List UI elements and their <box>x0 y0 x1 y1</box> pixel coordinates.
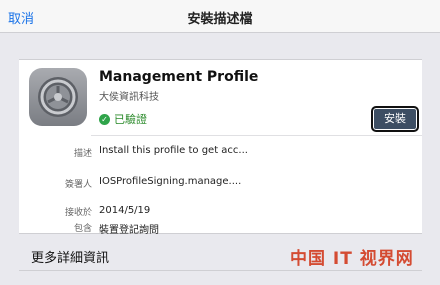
description-value: Install this profile to get acc... <box>99 145 248 156</box>
navigation-bar: 取消 安裝描述檔 <box>0 0 440 33</box>
signer-label: 簽署人 <box>64 180 92 190</box>
profile-panel: Management Profile 大侯資訊科技 ✓ 已驗證 安裝 描述 In… <box>19 59 422 236</box>
watermark: 中国 IT 视界网 <box>290 249 414 269</box>
divider <box>19 270 422 271</box>
install-button[interactable]: 安裝 <box>371 106 419 132</box>
more-details-link[interactable]: 更多詳細資訊 <box>31 247 109 266</box>
settings-gear-icon <box>29 68 87 126</box>
page-title: 安裝描述檔 <box>187 12 253 27</box>
verified-status: ✓ 已驗證 <box>99 111 147 127</box>
profile-name: Management Profile <box>99 69 259 85</box>
received-value: 2014/5/19 <box>99 205 151 216</box>
profile-organization: 大侯資訊科技 <box>99 92 159 103</box>
checkmark-icon: ✓ <box>99 113 110 125</box>
received-label: 接收於 <box>64 208 92 218</box>
description-label: 描述 <box>73 149 92 159</box>
divider <box>91 135 422 136</box>
contains-value: 裝置登記詢問 <box>99 225 159 236</box>
signer-value: IOSProfileSigning.manage.... <box>99 176 242 187</box>
verified-label: 已驗證 <box>114 113 147 126</box>
contains-label: 包含 <box>73 224 92 234</box>
